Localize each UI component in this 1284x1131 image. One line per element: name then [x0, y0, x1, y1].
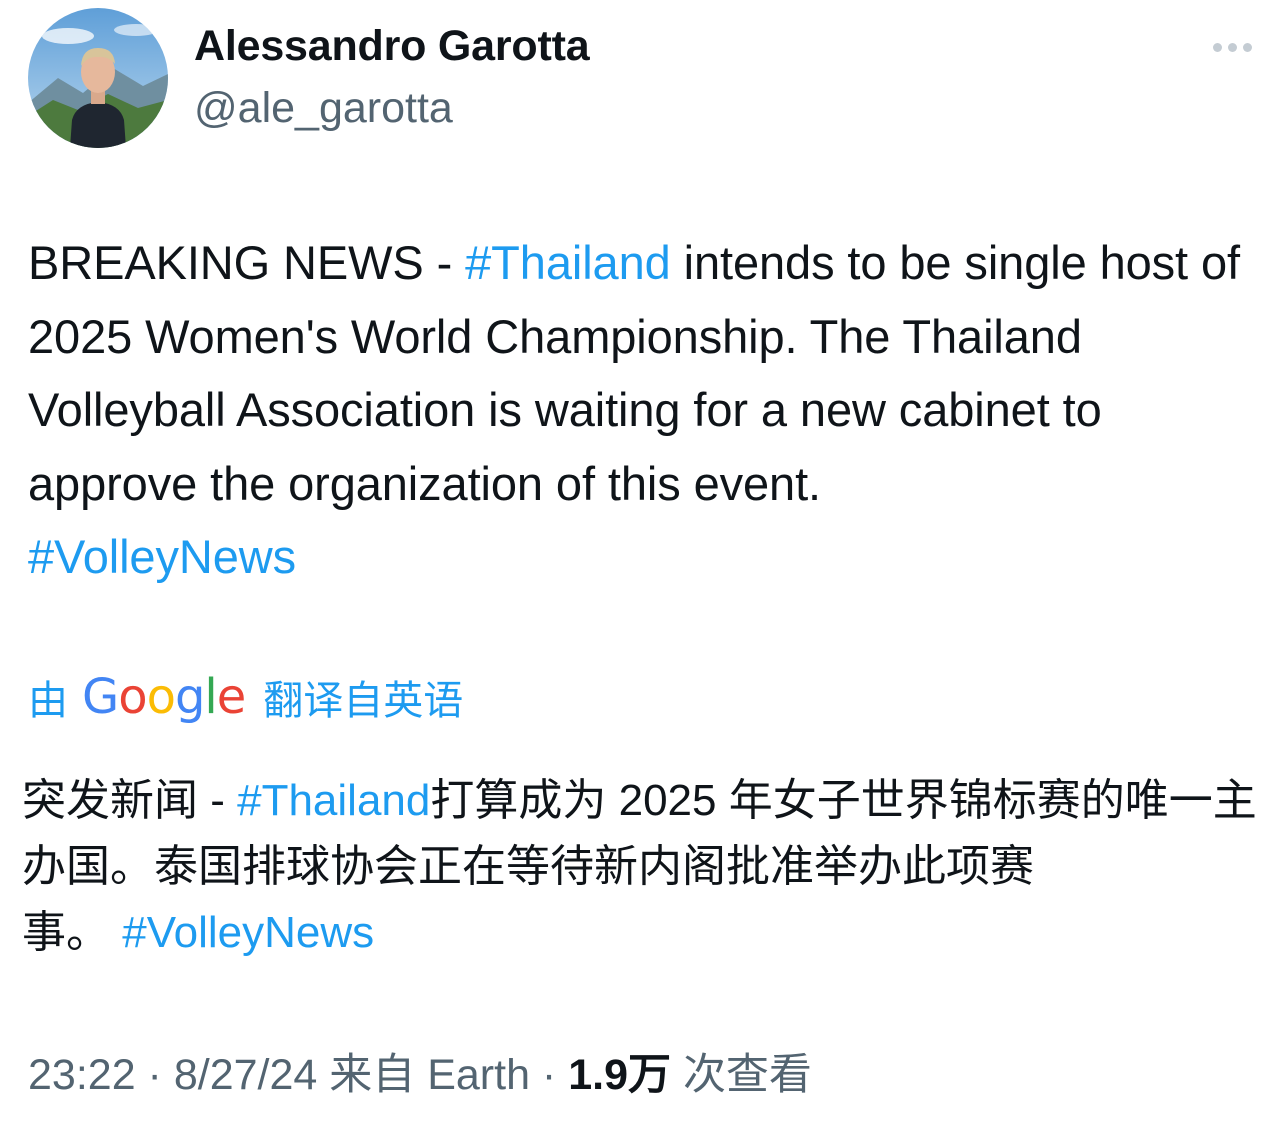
- translation-prefix: 由: [28, 679, 68, 723]
- more-button[interactable]: [1204, 30, 1260, 66]
- tweet-time[interactable]: 23:22: [28, 1051, 136, 1099]
- meta-separator: ·: [529, 1051, 569, 1099]
- more-dots-icon: [1210, 39, 1255, 57]
- translated-text-part: 突发新闻 -: [22, 776, 238, 825]
- translation-suffix: 翻译自英语: [263, 679, 464, 723]
- hashtag-link[interactable]: #Thailand: [465, 236, 671, 289]
- translated-text: 突发新闻 - #Thailand打算成为 2025 年女子世界锦标赛的唯一主办国…: [22, 768, 1272, 966]
- views-count[interactable]: 1.9万: [568, 1051, 671, 1099]
- meta-separator: ·: [135, 1051, 174, 1099]
- tweet-text: BREAKING NEWS - #Thailand intends to be …: [28, 226, 1268, 594]
- hashtag-link[interactable]: #VolleyNews: [28, 530, 296, 583]
- avatar[interactable]: [28, 8, 168, 148]
- hashtag-link[interactable]: #VolleyNews: [122, 908, 374, 957]
- author-display-name[interactable]: Alessandro Garotta: [194, 22, 590, 71]
- profile-photo: [28, 8, 168, 148]
- tweet-date[interactable]: 8/27/24: [174, 1051, 317, 1099]
- translation-attribution[interactable]: 由 Google 翻译自英语: [28, 668, 463, 726]
- source-prefix: 来自: [329, 1051, 416, 1099]
- author-handle[interactable]: @ale_garotta: [194, 84, 453, 133]
- hashtag-link[interactable]: #Thailand: [237, 776, 430, 825]
- views-label: 次查看: [682, 1051, 812, 1099]
- google-logo: Google: [82, 669, 246, 725]
- tweet-meta: 23:22 · 8/27/24 来自 Earth · 1.9万 次查看: [28, 1040, 812, 1102]
- tweet-source: Earth: [427, 1051, 530, 1099]
- tweet-text-part: BREAKING NEWS -: [28, 236, 466, 289]
